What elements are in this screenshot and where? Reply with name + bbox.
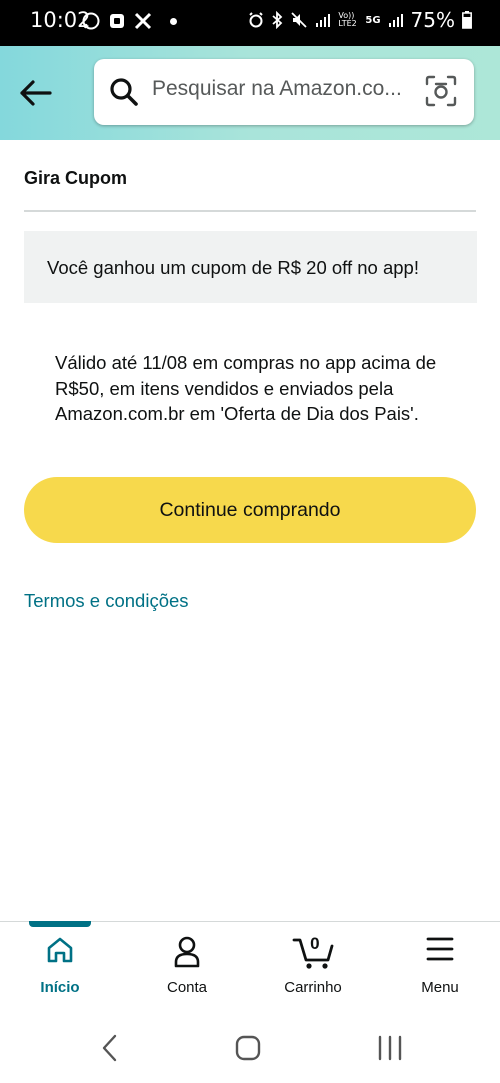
system-home-icon[interactable]: [235, 1035, 261, 1061]
app-header: [0, 46, 500, 140]
battery-icon: [462, 11, 472, 29]
system-back-icon[interactable]: [100, 1034, 118, 1062]
status-bar: 10:02 Vo)) LTE2 5G 75%: [0, 0, 500, 46]
more-notifications-dot: [170, 17, 177, 25]
x-app-icon: [134, 12, 152, 30]
alarm-icon: [249, 12, 264, 28]
nav-item-home[interactable]: Início: [10, 922, 110, 1009]
search-icon: [110, 78, 138, 106]
battery-percent: 75%: [410, 8, 455, 32]
person-icon: [174, 936, 200, 968]
bottom-nav: Início Conta 0 Carrinho Menu: [0, 921, 500, 1009]
network-5g: 5G: [365, 14, 381, 26]
terms-and-conditions-link[interactable]: Termos e condições: [24, 590, 189, 612]
continue-shopping-button[interactable]: Continue comprando: [24, 477, 476, 543]
nav-item-account[interactable]: Conta: [137, 922, 237, 1009]
coupon-banner: Você ganhou um cupom de R$ 20 off no app…: [24, 231, 477, 303]
status-notification-icons: [82, 12, 177, 30]
nav-label-home: Início: [40, 979, 80, 996]
back-arrow-icon[interactable]: [16, 74, 54, 112]
nav-label-cart: Carrinho: [284, 979, 342, 996]
whatsapp-icon: [82, 12, 100, 30]
bluetooth-icon: [272, 11, 283, 29]
nav-item-menu[interactable]: Menu: [390, 922, 490, 1009]
camera-search-icon[interactable]: [425, 75, 457, 107]
system-recents-icon[interactable]: [377, 1035, 403, 1061]
validity-text: Válido até 11/08 em compras no app acima…: [55, 352, 437, 424]
home-icon: [47, 937, 73, 963]
title-divider: [24, 210, 476, 212]
cart-count-badge: 0: [310, 934, 320, 953]
signal-icon-2: [388, 14, 403, 27]
coupon-message: Você ganhou um cupom de R$ 20 off no app…: [47, 257, 419, 278]
mute-icon: [291, 12, 308, 28]
search-bar[interactable]: [94, 59, 474, 125]
hamburger-menu-icon: [426, 937, 454, 961]
notification-app-icon: [110, 14, 124, 28]
search-input[interactable]: [152, 77, 402, 101]
nav-label-menu: Menu: [421, 979, 459, 996]
nav-item-cart[interactable]: 0 Carrinho: [263, 922, 363, 1009]
volte-indicator: Vo)) LTE2: [338, 11, 357, 28]
nav-label-account: Conta: [166, 979, 208, 996]
system-navigation-bar: [0, 1008, 500, 1083]
status-right-icons: Vo)) LTE2 5G 75%: [248, 8, 472, 32]
page-title: Gira Cupom: [24, 168, 128, 188]
signal-icon: [316, 14, 331, 27]
